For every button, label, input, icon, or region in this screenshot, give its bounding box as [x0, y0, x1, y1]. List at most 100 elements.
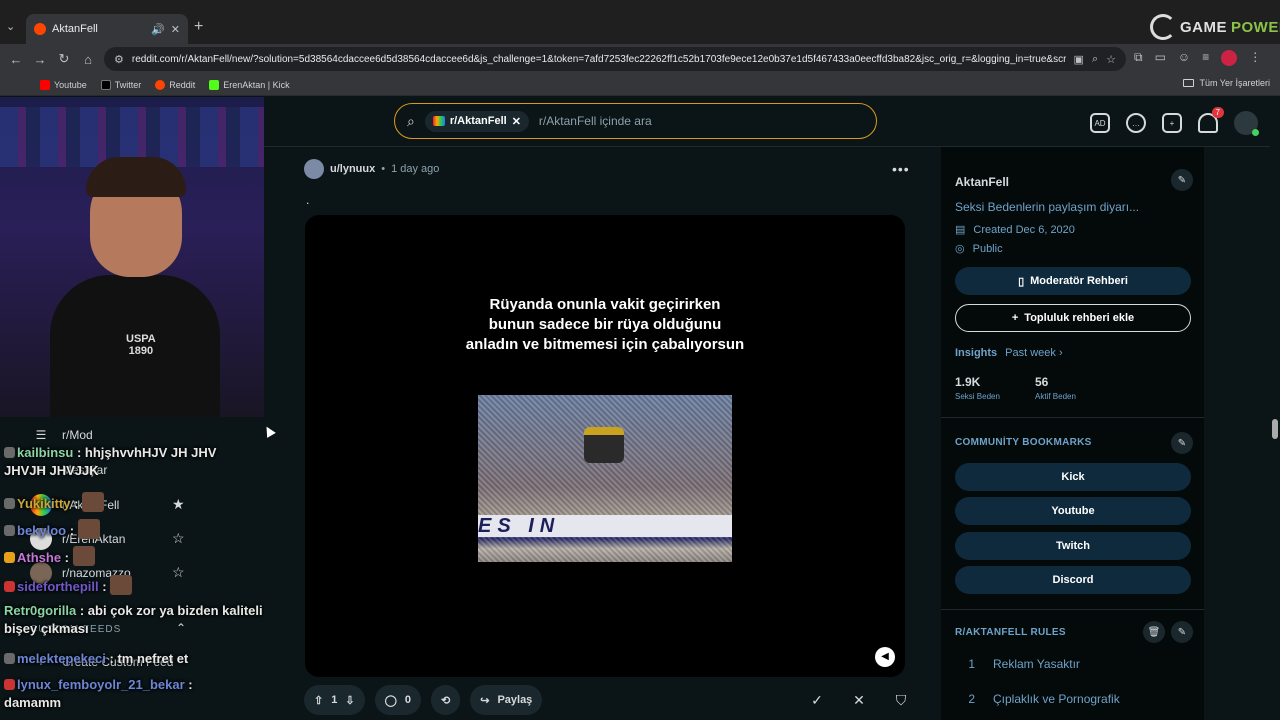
bookmark-discord-button[interactable]: Discord — [955, 566, 1191, 594]
edit-pencil-icon[interactable]: ✎ — [1171, 621, 1193, 643]
share-icon: ↪ — [480, 694, 490, 707]
chat-text: : — [70, 496, 79, 511]
scrollbar-thumb[interactable] — [1272, 419, 1278, 439]
bookmark-youtube[interactable]: Youtube — [40, 79, 87, 90]
delete-icon[interactable]: 🗑 — [1143, 621, 1165, 643]
profile-icon[interactable]: ☺ — [1178, 50, 1190, 66]
nav-item-mod[interactable]: ☰ r/Mod — [30, 428, 93, 442]
shield-icon[interactable]: ⛉ — [886, 685, 916, 715]
folder-icon — [1183, 79, 1195, 87]
author-avatar[interactable] — [304, 159, 324, 179]
forward-icon[interactable]: → — [28, 52, 52, 67]
url-text[interactable]: reddit.com/r/AktanFell/new/?solution=5d3… — [132, 54, 1066, 65]
bookmark-youtube-button[interactable]: Youtube — [955, 497, 1191, 525]
back-icon[interactable]: ← — [4, 52, 28, 67]
emote — [82, 492, 105, 512]
chip-close-icon[interactable]: ✕ — [512, 115, 521, 128]
edit-pencil-icon[interactable]: ✎ — [1171, 432, 1193, 454]
chat-username: bekyloo — [17, 523, 67, 538]
crosspost-icon: ⟲ — [441, 694, 451, 707]
search-input[interactable]: r/AktanFell içinde ara — [539, 114, 652, 128]
post-video[interactable]: Rüyanda onunla vakit geçirirken bunun sa… — [305, 215, 905, 677]
favorite-star-filled-icon[interactable]: ★ — [172, 496, 185, 513]
bookmark-star-icon[interactable]: ☆ — [1106, 53, 1116, 66]
emote — [77, 519, 100, 539]
browser-tab[interactable]: AktanFell 🔊 ✕ — [26, 14, 188, 44]
downvote-icon[interactable]: ⇩ — [345, 694, 354, 707]
add-community-guide-button[interactable]: + Topluluk rehberi ekle — [955, 304, 1191, 332]
reload-icon[interactable]: ↻ — [52, 51, 76, 67]
badge-icon — [4, 581, 15, 592]
search-community-chip[interactable]: r/AktanFell ✕ — [424, 110, 529, 132]
gamepower-ring-icon — [1150, 14, 1176, 40]
extensions-icon[interactable]: ⧉ — [1134, 50, 1143, 66]
post-title[interactable]: . — [306, 193, 309, 207]
translate-icon[interactable]: ▣ — [1074, 53, 1084, 66]
notifications-icon[interactable]: 7 — [1198, 107, 1224, 133]
chat-message: Athshe : — [4, 546, 95, 567]
browser-tabbar: ⌄ AktanFell 🔊 ✕ + GAMEPOWER — [0, 0, 1280, 44]
edit-pencil-icon[interactable]: ✎ — [1171, 169, 1193, 191]
favorite-star-icon[interactable]: ☆ — [172, 530, 185, 547]
account-avatar[interactable] — [1221, 50, 1238, 66]
post-author[interactable]: u/lynuux — [330, 163, 375, 175]
reading-list-icon[interactable]: ≡ — [1202, 50, 1209, 66]
bookmark-kick-button[interactable]: Kick — [955, 463, 1191, 491]
bookmarks-title: COMMUNİTY BOOKMARKS — [955, 437, 1092, 448]
rule-item[interactable]: 1 Reklam Yasaktır — [955, 657, 1080, 671]
approve-icon[interactable]: ✓ — [802, 685, 832, 715]
tab-list-dropdown-icon[interactable]: ⌄ — [6, 20, 15, 33]
button-label: Twitch — [1055, 540, 1090, 552]
split-icon[interactable]: ▭ — [1155, 50, 1166, 66]
insights-period[interactable]: Past week › — [1005, 347, 1062, 359]
more-options-icon[interactable]: ••• — [892, 161, 910, 177]
bookmark-reddit[interactable]: Reddit — [155, 79, 195, 90]
chat-username: sideforthepill — [17, 579, 99, 594]
moderator-guide-button[interactable]: ▯ Moderatör Rehberi — [955, 267, 1191, 295]
logo-word-game: GAME — [1180, 18, 1227, 36]
all-bookmarks[interactable]: Tüm Yer İşaretleri — [1183, 78, 1270, 88]
post-header: u/lynuux • 1 day ago — [304, 159, 439, 179]
cake-icon: ▤ — [955, 224, 966, 236]
comments-button[interactable]: ◯ 0 — [374, 685, 421, 715]
badge-icon — [4, 498, 15, 509]
divider — [941, 417, 1204, 418]
user-avatar[interactable] — [1234, 111, 1259, 136]
bookmark-twitch-button[interactable]: Twitch — [955, 532, 1191, 560]
speaker-icon[interactable]: 🔊 — [151, 23, 165, 36]
favorite-star-icon[interactable]: ☆ — [172, 564, 185, 581]
reddit-icon — [155, 79, 166, 90]
address-bar[interactable]: ⚙ reddit.com/r/AktanFell/new/?solution=5… — [104, 47, 1126, 71]
menu-icon[interactable]: ⋮ — [1249, 50, 1261, 66]
upvote-icon[interactable]: ⇧ — [314, 694, 323, 707]
community-icon — [432, 116, 445, 126]
x-icon — [100, 79, 111, 90]
new-tab-button[interactable]: + — [194, 18, 203, 36]
zoom-icon[interactable]: ⌕ — [1092, 53, 1098, 66]
badge-icon — [4, 653, 15, 664]
chat-text: : tm nefret et — [105, 651, 189, 666]
volume-icon[interactable]: ◀ — [875, 647, 895, 667]
rule-item[interactable]: 2 Çıplaklık ve Pornografik — [955, 692, 1119, 706]
created-label: Created Dec 6, 2020 — [973, 223, 1075, 236]
home-icon[interactable]: ⌂ — [76, 52, 100, 67]
advertise-icon[interactable]: AD — [1090, 113, 1110, 133]
remove-icon[interactable]: ✕ — [844, 685, 874, 715]
create-post-icon[interactable]: + — [1162, 113, 1182, 133]
crosspost-button[interactable]: ⟲ — [431, 685, 461, 715]
share-button[interactable]: ↪ Paylaş — [470, 685, 543, 715]
bookmark-twitter[interactable]: Twitter — [100, 79, 141, 90]
insights-link[interactable]: Insights Past week › — [955, 347, 1063, 359]
search-bar[interactable]: ⌕ r/AktanFell ✕ r/AktanFell içinde ara — [394, 103, 877, 139]
reddit-favicon-icon — [34, 23, 46, 35]
stat-label: Aktif Beden — [1035, 392, 1076, 401]
chat-icon[interactable]: … — [1126, 113, 1146, 133]
badge-icon — [4, 447, 15, 458]
tab-close-icon[interactable]: ✕ — [171, 23, 180, 36]
search-icon: ⌕ — [407, 112, 415, 129]
chat-username: Athshe — [17, 550, 62, 565]
visibility: ◎ Public — [955, 242, 1003, 256]
bookmark-kick[interactable]: ErenAktan | Kick — [209, 79, 290, 90]
page-scrollbar[interactable] — [1270, 97, 1280, 720]
site-info-icon[interactable]: ⚙ — [114, 53, 124, 66]
